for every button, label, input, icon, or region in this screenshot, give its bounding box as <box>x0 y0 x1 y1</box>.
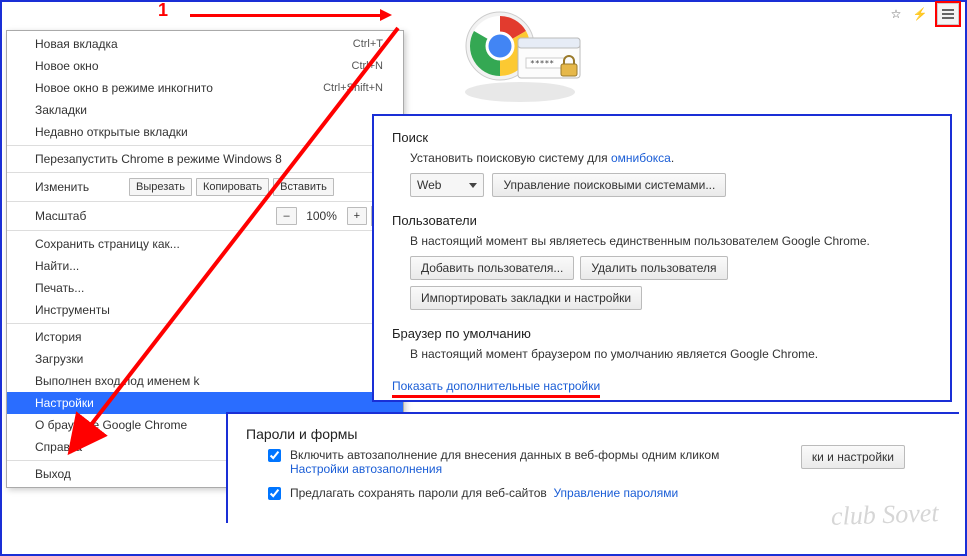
menu-edit-label: Изменить <box>35 180 125 194</box>
menu-separator <box>7 201 403 202</box>
users-section-heading: Пользователи <box>392 213 932 228</box>
menu-tools[interactable]: Инструменты <box>7 299 403 321</box>
menu-label: Инструменты <box>35 303 383 317</box>
menu-zoom-row: Масштаб – 100% + ⛶ <box>7 204 403 228</box>
manage-search-engines-button[interactable]: Управление поисковыми системами... <box>492 173 726 197</box>
menu-bookmarks[interactable]: Закладки <box>7 99 403 121</box>
save-passwords-checkbox[interactable] <box>268 487 281 500</box>
menu-label: Сохранить страницу как... <box>35 237 383 251</box>
manage-passwords-link[interactable]: Управление паролями <box>553 486 678 500</box>
menu-new-window[interactable]: Новое окно Ctrl+N <box>7 55 403 77</box>
menu-label: Новая вкладка <box>35 37 353 51</box>
menu-save-page[interactable]: Сохранить страницу как... <box>7 233 403 255</box>
hamburger-icon <box>942 9 954 19</box>
chrome-passwords-illustration: ***** <box>460 4 590 104</box>
select-value: Web <box>417 178 441 192</box>
annotation-step-1: 1 <box>158 0 168 21</box>
import-bookmarks-button-partial[interactable]: ки и настройки <box>801 445 905 469</box>
autofill-settings-link[interactable]: Настройки автозаполнения <box>290 462 442 476</box>
svg-text:*****: ***** <box>530 59 554 68</box>
search-desc-text: Установить поисковую систему для <box>410 151 611 165</box>
zoom-out-button[interactable]: – <box>276 207 296 225</box>
default-browser-text: В настоящий момент браузером по умолчани… <box>410 347 932 361</box>
watermark: club Sovet <box>831 498 940 532</box>
copy-button[interactable]: Копировать <box>196 178 269 196</box>
menu-label: Новое окно в режиме инкогнито <box>35 81 323 95</box>
menu-print[interactable]: Печать... <box>7 277 403 299</box>
menu-label: Новое окно <box>35 59 352 73</box>
menu-label: Закладки <box>35 103 383 117</box>
zoom-in-button[interactable]: + <box>347 207 367 225</box>
menu-signed-in[interactable]: Выполнен вход под именем k <box>7 370 403 392</box>
users-desc-text: В настоящий момент вы являетесь единстве… <box>410 234 932 248</box>
passwords-forms-heading: Пароли и формы <box>246 426 941 442</box>
menu-label: История <box>35 330 383 344</box>
checkbox-label: Предлагать сохранять пароли для веб-сайт… <box>290 486 547 500</box>
menu-label: Печать... <box>35 281 383 295</box>
menu-separator <box>7 145 403 146</box>
enable-autofill-checkbox[interactable] <box>268 449 281 462</box>
add-user-button[interactable]: Добавить пользователя... <box>410 256 574 280</box>
menu-find[interactable]: Найти... <box>7 255 403 277</box>
menu-label: Недавно открытые вкладки <box>35 125 383 139</box>
menu-label: Перезапустить Chrome в режиме Windows 8 <box>35 152 383 166</box>
search-engine-select[interactable]: Web <box>410 173 484 197</box>
menu-label: Загрузки <box>35 352 383 366</box>
annotation-arrow-1 <box>190 14 382 17</box>
menu-incognito[interactable]: Новое окно в режиме инкогнито Ctrl+Shift… <box>7 77 403 99</box>
default-browser-section-heading: Браузер по умолчанию <box>392 326 932 341</box>
show-advanced-settings-link[interactable]: Показать дополнительные настройки <box>392 379 600 398</box>
omnibox-link[interactable]: омнибокса <box>611 151 671 165</box>
menu-shortcut: Ctrl+T <box>353 38 383 50</box>
flash-icon[interactable]: ⚡ <box>911 5 929 23</box>
search-section-heading: Поиск <box>392 130 932 145</box>
search-desc-tail: . <box>671 151 674 165</box>
menu-new-tab[interactable]: Новая вкладка Ctrl+T <box>7 33 403 55</box>
menu-recent-tabs[interactable]: Недавно открытые вкладки <box>7 121 403 143</box>
paste-button[interactable]: Вставить <box>273 178 334 196</box>
menu-zoom-label: Масштаб <box>35 209 125 223</box>
settings-panel: Поиск Установить поисковую систему для о… <box>372 114 952 402</box>
menu-label: Выполнен вход под именем k <box>35 374 383 388</box>
menu-label: Настройки <box>35 396 383 410</box>
delete-user-button[interactable]: Удалить пользователя <box>580 256 727 280</box>
menu-edit-row: Изменить Вырезать Копировать Вставить <box>7 175 403 199</box>
menu-relaunch-win8[interactable]: Перезапустить Chrome в режиме Windows 8 <box>7 148 403 170</box>
menu-shortcut: Ctrl+N <box>352 60 383 72</box>
menu-separator <box>7 323 403 324</box>
menu-label: Найти... <box>35 259 383 273</box>
menu-separator <box>7 230 403 231</box>
menu-shortcut: Ctrl+Shift+N <box>323 82 383 94</box>
menu-settings[interactable]: Настройки <box>7 392 403 414</box>
menu-history[interactable]: История <box>7 326 403 348</box>
chevron-down-icon <box>469 183 477 188</box>
cut-button[interactable]: Вырезать <box>129 178 192 196</box>
star-icon[interactable]: ☆ <box>887 5 905 23</box>
zoom-value: 100% <box>301 209 343 223</box>
menu-downloads[interactable]: Загрузки <box>7 348 403 370</box>
checkbox-label: Включить автозаполнение для внесения дан… <box>290 448 719 462</box>
menu-separator <box>7 172 403 173</box>
import-bookmarks-button[interactable]: Импортировать закладки и настройки <box>410 286 642 310</box>
menu-button[interactable] <box>935 1 961 27</box>
